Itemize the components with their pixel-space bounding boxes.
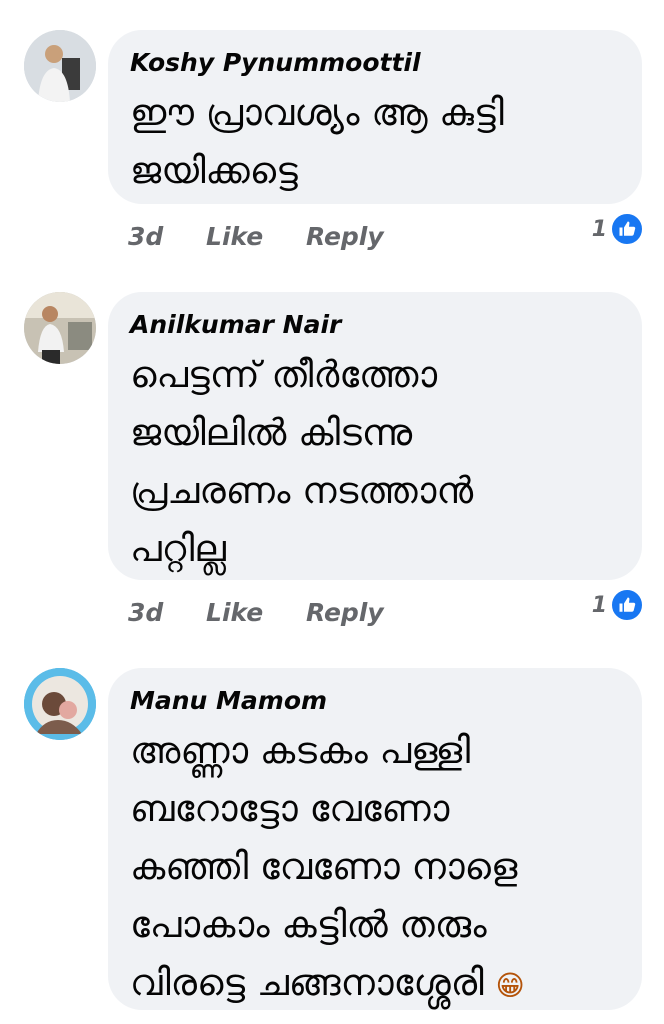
comment-time[interactable]: 3d xyxy=(128,598,163,627)
avatar[interactable] xyxy=(24,292,96,364)
like-reaction-icon xyxy=(610,212,644,246)
comment-bubble: Koshy Pynummoottil ഈ പ്രാവശ്യം ആ കുട്ടി … xyxy=(108,30,642,204)
reaction-count: 1 xyxy=(591,592,607,618)
reaction-summary[interactable]: 1 xyxy=(592,212,644,246)
profile-photo-icon xyxy=(24,668,96,740)
avatar[interactable] xyxy=(24,668,96,740)
comment-author[interactable]: Anilkumar Nair xyxy=(130,310,618,340)
reply-button[interactable]: Reply xyxy=(306,598,384,627)
comment-actions: 3d Like Reply xyxy=(128,222,418,251)
like-button[interactable]: Like xyxy=(206,222,263,251)
like-button[interactable]: Like xyxy=(206,598,263,627)
comment-author[interactable]: Koshy Pynummoottil xyxy=(130,48,618,78)
reply-button[interactable]: Reply xyxy=(306,222,384,251)
comment-text: പെട്ടന്ന് തീർത്തോ ജയിലിൽ കിടന്നു പ്രചരണം… xyxy=(130,353,474,570)
grin-emoji-icon: 😁 xyxy=(495,969,525,1002)
like-reaction-icon xyxy=(610,588,644,622)
comment-author[interactable]: Manu Mamom xyxy=(130,686,618,716)
comment-bubble: Anilkumar Nair പെട്ടന്ന് തീർത്തോ ജയിലിൽ … xyxy=(108,292,642,580)
reaction-summary[interactable]: 1 xyxy=(592,588,644,622)
comment-actions: 3d Like Reply xyxy=(128,598,418,627)
comment-text: ഈ പ്രാവശ്യം ആ കുട്ടി ജയിക്കട്ടെ xyxy=(130,91,504,192)
reaction-count: 1 xyxy=(591,216,607,242)
comment-bubble: Manu Mamom അണ്ണാ കടകം പള്ളി ബറോട്ടോ വേണോ… xyxy=(108,668,642,1010)
comment-text: അണ്ണാ കടകം പള്ളി ബറോട്ടോ വേണോ കഞ്ഞി വേണോ… xyxy=(130,722,618,1015)
avatar[interactable] xyxy=(24,30,96,102)
comment-time[interactable]: 3d xyxy=(128,222,163,251)
profile-photo-icon xyxy=(24,30,96,102)
comment-text-body: അണ്ണാ കടകം പള്ളി ബറോട്ടോ വേണോ കഞ്ഞി വേണോ… xyxy=(130,729,518,1004)
profile-photo-icon xyxy=(24,292,96,364)
